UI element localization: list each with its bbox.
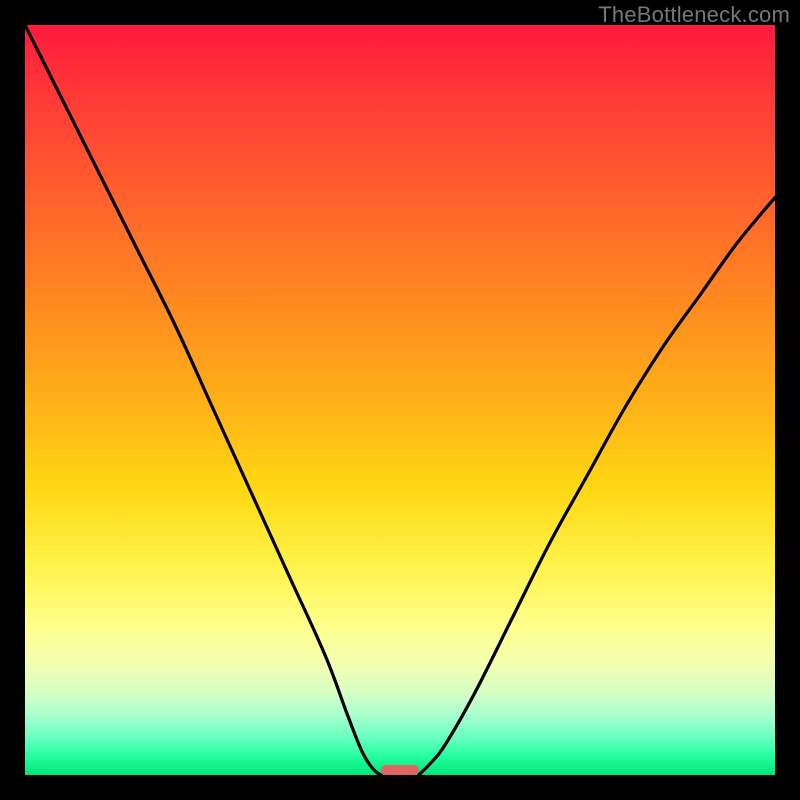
right-curve xyxy=(419,198,775,776)
curve-layer xyxy=(25,25,775,775)
left-curve xyxy=(25,25,381,775)
outer-frame: TheBottleneck.com xyxy=(0,0,800,800)
watermark-text: TheBottleneck.com xyxy=(598,2,790,28)
minimum-marker xyxy=(381,765,419,776)
plot-area xyxy=(25,25,775,775)
